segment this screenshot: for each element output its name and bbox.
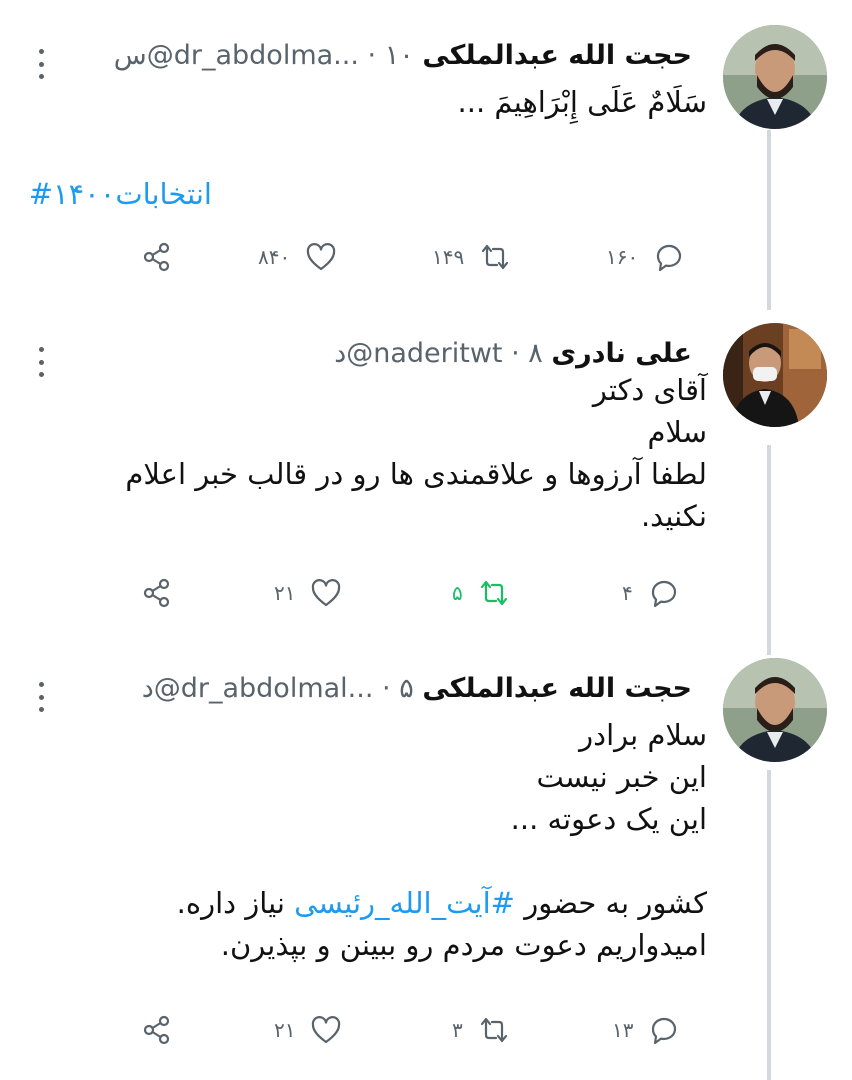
avatar-image (723, 658, 827, 762)
author-handle[interactable]: @dr_abdolmal... (154, 673, 374, 704)
tweet-header: علی نادری @naderitwt · ۸د (334, 337, 692, 371)
like-button[interactable]: ۸۴۰ (258, 237, 338, 277)
author-name[interactable]: علی نادری (551, 338, 692, 369)
tweet-actions: ۱۶۰ ۱۴۹ ۸۴۰ (0, 237, 852, 277)
tweet-line: سلام برادر (579, 718, 707, 752)
like-count: ۸۴۰ (258, 245, 291, 269)
tweet-line (177, 840, 707, 882)
separator-dot: · (511, 338, 520, 369)
tweet-line: نکنید. (640, 499, 707, 533)
reply-button[interactable]: ۱۳ (612, 1010, 681, 1050)
share-button[interactable] (140, 573, 174, 613)
tweet-text: سَلَامٌ عَلَی إِبْرَاهِیمَ ... (458, 81, 707, 165)
retweet-icon (480, 1017, 507, 1043)
tweet-line: سَلَامٌ عَلَی إِبْرَاهِیمَ ... (457, 85, 707, 119)
avatar[interactable] (723, 658, 827, 762)
retweet-button[interactable]: ۵ (452, 573, 511, 613)
tweet-text: آقای دکتر سلام لطفا آرزوها و علاقمندی ها… (125, 369, 707, 537)
reply-icon (657, 244, 682, 272)
more-vertical-icon[interactable] (32, 682, 50, 712)
tweet-text-fragment: کشور به حضور (515, 886, 707, 920)
tweet-line (458, 123, 707, 165)
retweet-button[interactable]: ۳ (452, 1010, 511, 1050)
more-vertical-icon[interactable] (32, 347, 50, 377)
tweet-actions: ۱۳ ۳ ۲۱ (0, 1010, 852, 1050)
reply-icon (651, 580, 676, 608)
tweet[interactable]: حجت الله عبدالملکی @dr_abdolma... · ۱۰س … (0, 25, 852, 285)
author-name[interactable]: حجت الله عبدالملکی (422, 40, 692, 71)
tweet-line: کشور به حضور #آیت_الله_رئیسی نیاز داره. (177, 882, 707, 924)
tweet-header: حجت الله عبدالملکی @dr_abdolmal... · ۵د (142, 672, 692, 706)
like-count: ۲۱ (274, 1018, 296, 1042)
tweet-line: امیدواریم دعوت مردم رو ببینن و بپذیرن. (220, 928, 707, 962)
more-vertical-icon[interactable] (32, 49, 50, 79)
tweet-text: سلام برادر این خبر نیست این یک دعوته ...… (177, 714, 707, 966)
tweet[interactable]: علی نادری @naderitwt · ۸د آقای دکتر سلام… (0, 323, 852, 623)
avatar[interactable] (723, 323, 827, 427)
tweet-header: حجت الله عبدالملکی @dr_abdolma... · ۱۰س (114, 39, 692, 73)
retweet-button[interactable]: ۱۴۹ (432, 237, 512, 277)
avatar[interactable] (723, 25, 827, 129)
separator-dot: · (367, 40, 377, 71)
share-button[interactable] (140, 237, 174, 277)
tweet-line: این خبر نیست (536, 760, 708, 794)
tweet-line: سلام (647, 415, 707, 449)
retweet-icon (480, 580, 507, 606)
tweet-text-fragment: نیاز داره. (176, 886, 295, 920)
reply-button[interactable]: ۱۶۰ (606, 237, 686, 277)
tweet-actions: ۴ ۵ ۲۱ (0, 573, 852, 613)
like-count: ۲۱ (274, 581, 296, 605)
reply-button[interactable]: ۴ (622, 573, 681, 613)
retweet-icon (482, 244, 509, 270)
reply-icon (652, 1017, 677, 1045)
retweet-count: ۱۴۹ (432, 245, 465, 269)
avatar-image (723, 25, 827, 129)
like-button[interactable]: ۲۱ (274, 573, 343, 613)
tweet-hashtag-line: انتخابات۱۴۰۰# (29, 173, 212, 215)
hashtag-link[interactable]: انتخابات۱۴۰۰# (29, 177, 212, 211)
heart-icon (312, 1016, 341, 1044)
retweet-count: ۵ (452, 581, 463, 605)
share-icon (143, 1015, 170, 1045)
reply-count: ۱۳ (612, 1018, 634, 1042)
tweet[interactable]: حجت الله عبدالملکی @dr_abdolmal... · ۵د … (0, 658, 852, 1078)
heart-icon (312, 579, 341, 607)
author-handle[interactable]: @dr_abdolma... (147, 40, 359, 71)
heart-icon (307, 243, 336, 271)
author-name[interactable]: حجت الله عبدالملکی (422, 673, 692, 704)
share-icon (143, 242, 170, 272)
tweet-line: این یک دعوته ... (510, 802, 707, 836)
separator-dot: · (382, 673, 391, 704)
tweet-line: لطفا آرزوها و علاقمندی ها رو در قالب خبر… (125, 457, 707, 491)
reply-count: ۱۶۰ (606, 245, 639, 269)
reply-count: ۴ (622, 581, 633, 605)
share-button[interactable] (140, 1010, 174, 1050)
hashtag-link[interactable]: #آیت_الله_رئیسی (294, 886, 515, 920)
tweet-line: آقای دکتر (592, 373, 707, 407)
retweet-count: ۳ (452, 1018, 463, 1042)
author-handle[interactable]: @naderitwt (346, 338, 502, 369)
like-button[interactable]: ۲۱ (274, 1010, 343, 1050)
avatar-image (723, 323, 827, 427)
share-icon (143, 578, 170, 608)
